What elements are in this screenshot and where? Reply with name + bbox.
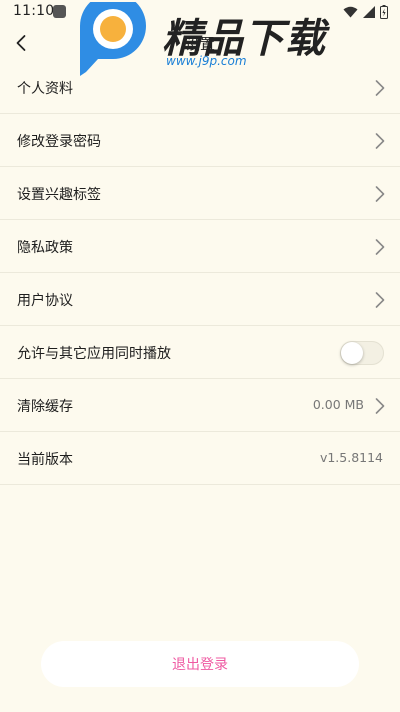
- toggle-knob: [341, 342, 363, 364]
- logout-label: 退出登录: [172, 657, 228, 673]
- chevron-right-icon: [375, 133, 385, 149]
- wifi-icon: [343, 6, 358, 18]
- version-value: v1.5.8114: [319, 450, 383, 465]
- profile-row[interactable]: 个人资料: [0, 61, 400, 114]
- battery-icon: [380, 5, 388, 19]
- cache-size-value: 0.00 MB: [312, 397, 364, 412]
- status-icons: [343, 4, 388, 20]
- user-agreement-row[interactable]: 用户协议: [0, 273, 400, 326]
- logout-button[interactable]: 退出登录: [41, 641, 359, 687]
- settings-list: 个人资料 修改登录密码 设置兴趣标签 隐私政策 用户协议 允许与其它应用同时播放: [0, 61, 400, 485]
- chevron-right-icon: [375, 186, 385, 202]
- clear-cache-row[interactable]: 清除缓存 0.00 MB: [0, 379, 400, 432]
- row-label: 用户协议: [17, 293, 73, 309]
- change-password-row[interactable]: 修改登录密码: [0, 114, 400, 167]
- row-label: 设置兴趣标签: [17, 187, 101, 203]
- row-label: 清除缓存: [17, 399, 73, 415]
- status-time: 11:10: [13, 3, 55, 19]
- chevron-right-icon: [375, 292, 385, 308]
- row-label: 隐私政策: [17, 240, 73, 256]
- concurrent-playback-row: 允许与其它应用同时播放: [0, 326, 400, 379]
- row-label: 修改登录密码: [17, 134, 101, 150]
- interest-tags-row[interactable]: 设置兴趣标签: [0, 167, 400, 220]
- notification-app-icon: [53, 5, 66, 18]
- current-version-row: 当前版本 v1.5.8114: [0, 432, 400, 485]
- chevron-right-icon: [375, 80, 385, 96]
- concurrent-playback-toggle[interactable]: [340, 341, 384, 365]
- row-label: 允许与其它应用同时播放: [17, 346, 171, 362]
- chevron-right-icon: [375, 239, 385, 255]
- row-label: 个人资料: [17, 81, 73, 97]
- privacy-policy-row[interactable]: 隐私政策: [0, 220, 400, 273]
- chevron-right-icon: [375, 398, 385, 414]
- signal-icon: [363, 6, 375, 18]
- row-label: 当前版本: [17, 452, 73, 468]
